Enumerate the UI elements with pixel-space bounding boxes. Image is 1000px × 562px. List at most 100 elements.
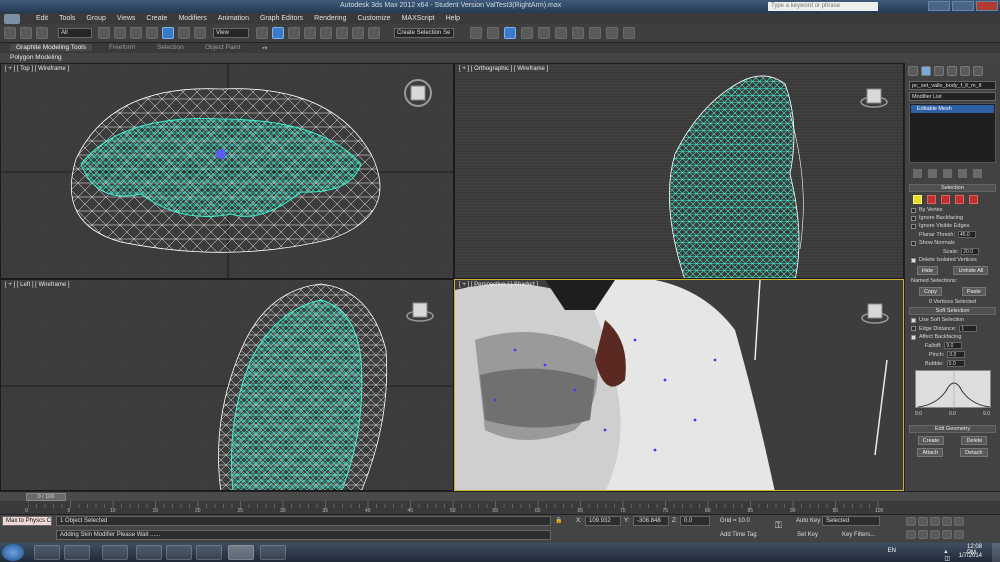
edit-named-sets-icon[interactable] [368,27,380,39]
select-move-icon[interactable] [162,27,174,39]
play-icon[interactable] [930,517,940,526]
viewport-orthographic[interactable]: [ + ] [ Orthographic ] [ Wireframe ] [454,63,904,279]
edge-level-icon[interactable] [927,195,936,204]
menu-graph-editors[interactable]: Graph Editors [260,15,303,22]
menu-maxscript[interactable]: MAXScript [402,15,435,22]
mirror-icon[interactable] [470,27,482,39]
add-time-tag-button[interactable]: Add Time Tag [720,532,757,538]
viewport-label-top[interactable]: [ + ] [ Top ] [ Wireframe ] [5,66,69,72]
menu-views[interactable]: Views [117,15,136,22]
make-unique-icon[interactable] [943,169,952,178]
percent-snap-icon[interactable] [336,27,348,39]
viewport-left[interactable]: [ + ] [ Left ] [ Wireframe ] [0,279,454,491]
region-select-icon[interactable] [130,27,142,39]
select-scale-icon[interactable] [194,27,206,39]
orbit-icon[interactable] [942,530,952,539]
show-end-result-icon[interactable] [928,169,937,178]
maximize-button[interactable] [952,1,974,11]
key-mode-dropdown[interactable]: Selected [822,516,880,526]
attach-button[interactable]: Attach [917,448,944,457]
by-vertex-checkbox[interactable] [911,207,916,213]
steam-icon[interactable] [196,545,222,560]
render-setup-icon[interactable] [589,27,601,39]
snap-toggle-icon[interactable] [304,27,316,39]
menu-edit[interactable]: Edit [36,15,48,22]
unhide-all-button[interactable]: Unhide All [953,266,989,275]
hierarchy-tab-icon[interactable] [934,66,944,76]
select-object-icon[interactable] [98,27,110,39]
explorer-icon[interactable] [34,545,60,560]
graphite-toggle-icon[interactable] [521,27,533,39]
delete-isolated-checkbox[interactable] [911,257,916,263]
tab-selection[interactable]: Selection [157,44,184,51]
ignore-visible-edges-checkbox[interactable] [911,223,916,229]
edge-distance-checkbox[interactable] [911,326,916,331]
edge-distance-spinner[interactable]: 1 [959,325,978,332]
rollout-selection[interactable]: Selection [909,184,996,192]
maximize-viewport-icon[interactable] [954,530,964,539]
paste-button[interactable]: Paste [961,287,986,296]
set-key-button[interactable]: Set Key [797,532,818,538]
configure-sets-icon[interactable] [973,169,982,178]
menu-group[interactable]: Group [86,15,105,22]
next-frame-icon[interactable] [942,517,952,526]
rendered-frame-icon[interactable] [606,27,618,39]
modifier-list-dropdown[interactable]: Modifier List [909,92,996,101]
vlc-icon[interactable] [166,545,192,560]
named-selection-dropdown[interactable]: Create Selection Se [394,28,454,38]
z-coord-field[interactable]: 0.0 [680,516,710,526]
track-bar[interactable]: 0 5 10 15 20 25 30 35 40 45 50 55 60 65 70 75 80 85 90 95 10… [0,501,1000,515]
element-level-icon[interactable] [969,195,978,204]
pin-stack-icon[interactable] [913,169,922,178]
previous-frame-icon[interactable] [918,517,928,526]
viewport-label-perspective[interactable]: [ + ] [ Perspective ] [ Shaded ] [459,282,538,288]
media-app-icon[interactable] [102,545,128,560]
vertex-level-icon[interactable] [913,195,922,204]
schematic-view-icon[interactable] [555,27,567,39]
tab-graphite-modeling-tools[interactable]: Graphite Modeling Tools [10,44,92,51]
time-slider[interactable]: 0 / 100 [0,491,1000,501]
ignore-backfacing-checkbox[interactable] [911,215,916,221]
show-normals-checkbox[interactable] [911,240,916,246]
viewport-label-orthographic[interactable]: [ + ] [ Orthographic ] [ Wireframe ] [459,66,548,72]
select-rotate-icon[interactable] [178,27,190,39]
key-icon[interactable]: ⚿ [775,520,782,531]
zoom-all-icon[interactable] [918,530,928,539]
copy-button[interactable]: Copy [919,287,942,296]
align-icon[interactable] [487,27,499,39]
key-filters-button[interactable]: Key Filters... [842,532,875,538]
window-crossing-icon[interactable] [146,27,158,39]
motion-tab-icon[interactable] [947,66,957,76]
create-button[interactable]: Create [917,436,945,445]
reference-coord-dropdown[interactable]: View [213,28,249,38]
scale-spinner[interactable]: 20.0 [961,248,980,255]
menu-modifiers[interactable]: Modifiers [178,15,206,22]
layer-manager-icon[interactable] [504,27,516,39]
start-button-icon[interactable] [2,544,24,561]
affect-backfacing-checkbox[interactable] [911,334,916,340]
create-tab-icon[interactable] [908,66,918,76]
maxscript-listener[interactable]: Max to Physcs C [2,516,52,526]
time-slider-thumb[interactable]: 0 / 100 [26,493,66,501]
viewcube-left[interactable] [405,296,435,326]
rollout-soft-selection[interactable]: Soft Selection [909,307,996,315]
tab-freeform[interactable]: Freeform [109,44,135,51]
utilities-tab-icon[interactable] [973,66,983,76]
material-editor-icon[interactable] [572,27,584,39]
menu-customize[interactable]: Customize [357,15,390,22]
menu-animation[interactable]: Animation [218,15,249,22]
viewcube-perspective[interactable] [860,298,890,328]
menu-rendering[interactable]: Rendering [314,15,346,22]
clock-date[interactable]: 1/7/2014 [959,553,982,559]
viewport-label-left[interactable]: [ + ] [ Left ] [ Wireframe ] [5,282,70,288]
render-production-icon[interactable] [623,27,635,39]
object-name-field[interactable]: pc_set_valle_body_f_lt_m_lt [909,81,996,90]
undo-icon[interactable] [4,27,16,39]
y-coord-field[interactable]: -308.848 [633,516,669,526]
pivot-center-icon[interactable] [256,27,268,39]
search-input[interactable]: Type a keyword or phrase [768,2,878,11]
angle-snap-icon[interactable] [320,27,332,39]
zoom-icon[interactable] [906,530,916,539]
bubble-spinner[interactable]: 0.0 [946,360,965,367]
falloff-spinner[interactable]: 9.0 [944,342,963,349]
